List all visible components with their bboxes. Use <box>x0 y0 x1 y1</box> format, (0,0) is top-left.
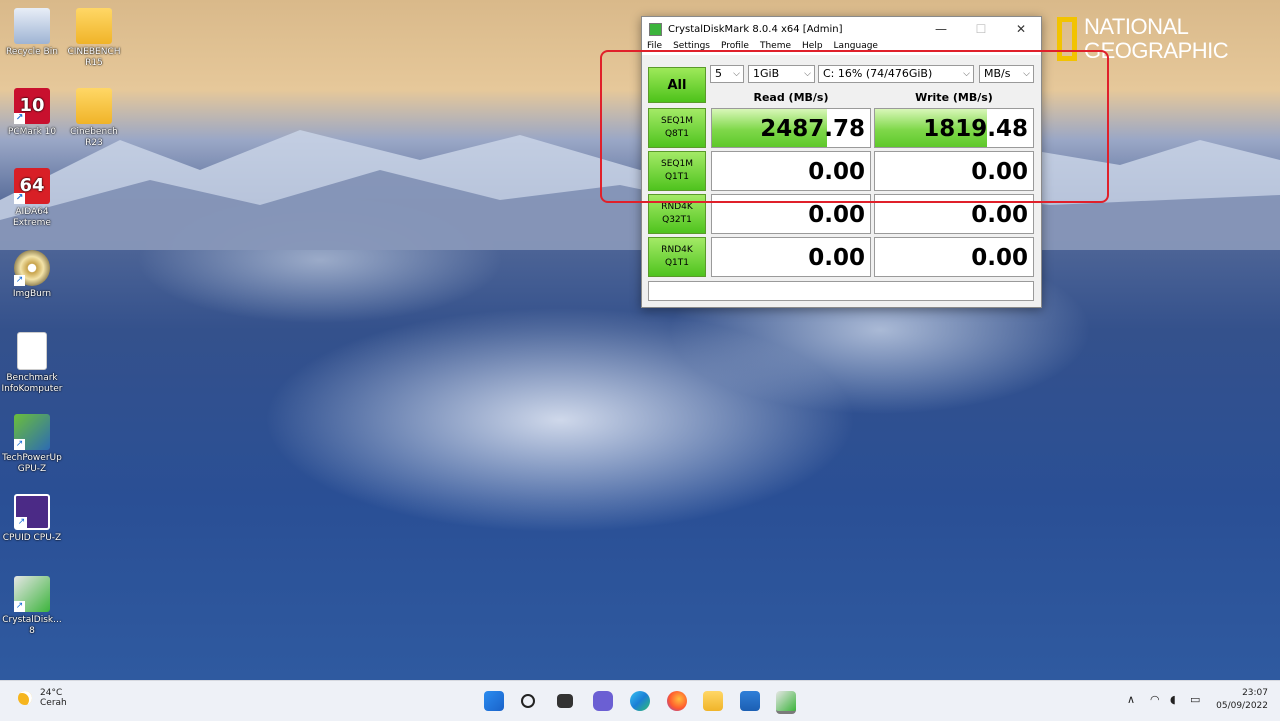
read-value: 0.00 <box>808 202 865 228</box>
cpuz-icon: ↗ <box>14 494 50 530</box>
desktop-icon-cpu-z[interactable]: ↗ CPUID CPU-Z <box>0 494 64 544</box>
volume-icon[interactable]: ◖ <box>1170 693 1176 706</box>
weather-desc: Cerah <box>40 698 67 708</box>
desktop-icon-aida64[interactable]: 64 ↗ AIDA64 Extreme <box>0 168 64 229</box>
window-title: CrystalDiskMark 8.0.4 x64 [Admin] <box>668 23 843 35</box>
edge-icon[interactable] <box>630 691 650 711</box>
crystaldiskmark-app-icon <box>649 22 662 36</box>
write-result-rnd4k-q1t1: 0.00 <box>874 237 1034 277</box>
weather-temp: 24°C <box>40 688 63 698</box>
shortcut-arrow-icon: ↗ <box>16 517 27 528</box>
desktop-icon-label: Cinebench R23 <box>70 127 118 148</box>
desktop-icon-label: CrystalDisk... 8 <box>2 615 62 636</box>
test-queue: Q32T1 <box>662 215 692 225</box>
write-value: 0.00 <box>971 159 1028 185</box>
desktop-icon-label: Benchmark InfoKomputer <box>1 373 63 394</box>
system-clock[interactable]: 23:07 05/09/2022 <box>1216 687 1268 713</box>
pcmark-icon: 10 ↗ <box>14 88 50 124</box>
store-icon[interactable] <box>740 691 760 711</box>
chat-icon[interactable] <box>593 691 613 711</box>
window-titlebar[interactable]: CrystalDiskMark 8.0.4 x64 [Admin] — ☐ ✕ <box>642 17 1041 41</box>
desktop-icon-imgburn[interactable]: ↗ ImgBurn <box>0 250 64 300</box>
desktop-icon-crystaldiskmark[interactable]: ↗ CrystalDisk... 8 <box>0 576 64 637</box>
test-name: RND4K <box>661 245 693 255</box>
read-value: 0.00 <box>808 159 865 185</box>
tray-chevron-icon[interactable]: ∧ <box>1127 693 1135 706</box>
desktop-icon-recycle-bin[interactable]: Recycle Bin <box>0 8 64 58</box>
desktop-icon-label: ImgBurn <box>12 289 52 299</box>
test-button-rnd4k-q1t1[interactable]: RND4K Q1T1 <box>648 237 706 277</box>
shortcut-arrow-icon: ↗ <box>14 113 25 124</box>
aida64-icon: 64 ↗ <box>14 168 50 204</box>
shortcut-arrow-icon: ↗ <box>14 275 25 286</box>
imgburn-disc-icon: ↗ <box>14 250 50 286</box>
desktop-icon-cinebench-r23[interactable]: Cinebench R23 <box>62 88 126 149</box>
test-name: RND4K <box>661 202 693 212</box>
desktop-icon-label: CINEBENCH R15 <box>67 47 121 68</box>
crystaldiskmark-icon: ↗ <box>14 576 50 612</box>
weather-sun-icon <box>18 691 32 705</box>
desktop-icon-gpu-z[interactable]: ↗ TechPowerUp GPU-Z <box>0 414 64 475</box>
taskbar: 24°C Cerah ∧ ◠ ◖ ▭ 23:07 05/09/2022 <box>0 680 1280 721</box>
natgeo-line1: NATIONAL <box>1084 14 1189 39</box>
clock-time: 23:07 <box>1242 688 1268 698</box>
desktop-icon-label: Recycle Bin <box>6 47 58 57</box>
recycle-bin-icon <box>14 8 50 44</box>
folder-icon <box>76 8 112 44</box>
search-icon[interactable] <box>521 694 535 708</box>
desktop-icon-label: PCMark 10 <box>7 127 57 137</box>
close-button[interactable]: ✕ <box>1001 22 1041 36</box>
desktop-icon-label: TechPowerUp GPU-Z <box>2 453 62 474</box>
desktop-icon-cinebench-r15[interactable]: CINEBENCH R15 <box>62 8 126 69</box>
shortcut-arrow-icon: ↗ <box>14 193 25 204</box>
read-result-rnd4k-q1t1: 0.00 <box>711 237 871 277</box>
write-value: 0.00 <box>971 245 1028 271</box>
weather-widget[interactable]: 24°C Cerah <box>18 688 67 708</box>
write-value: 0.00 <box>971 202 1028 228</box>
read-value: 2487.78 <box>760 116 865 142</box>
folder-icon <box>76 88 112 124</box>
comment-field[interactable] <box>648 281 1034 301</box>
clock-date: 05/09/2022 <box>1216 701 1268 711</box>
desktop-icon-label: CPUID CPU-Z <box>2 533 62 543</box>
task-view-icon[interactable] <box>557 694 573 708</box>
write-value: 1819.48 <box>923 116 1028 142</box>
maximize-button[interactable]: ☐ <box>961 22 1001 36</box>
wifi-icon[interactable]: ◠ <box>1150 693 1160 706</box>
shortcut-arrow-icon: ↗ <box>14 439 25 450</box>
desktop-icon-pcmark-10[interactable]: 10 ↗ PCMark 10 <box>0 88 64 138</box>
battery-icon[interactable]: ▭ <box>1190 693 1200 706</box>
crystaldiskmark-taskbar-icon[interactable] <box>776 691 796 714</box>
file-explorer-icon[interactable] <box>703 691 723 711</box>
test-queue: Q1T1 <box>664 258 690 268</box>
read-value: 0.00 <box>808 245 865 271</box>
start-icon[interactable] <box>484 691 504 711</box>
shortcut-arrow-icon: ↗ <box>14 601 25 612</box>
desktop-icon-benchmark-infokomputer[interactable]: Benchmark InfoKomputer <box>0 332 64 395</box>
firefox-icon[interactable] <box>667 691 687 711</box>
document-icon <box>17 332 47 370</box>
desktop-icon-label: AIDA64 Extreme <box>13 207 51 228</box>
minimize-button[interactable]: — <box>921 22 961 36</box>
gpuz-icon: ↗ <box>14 414 50 450</box>
